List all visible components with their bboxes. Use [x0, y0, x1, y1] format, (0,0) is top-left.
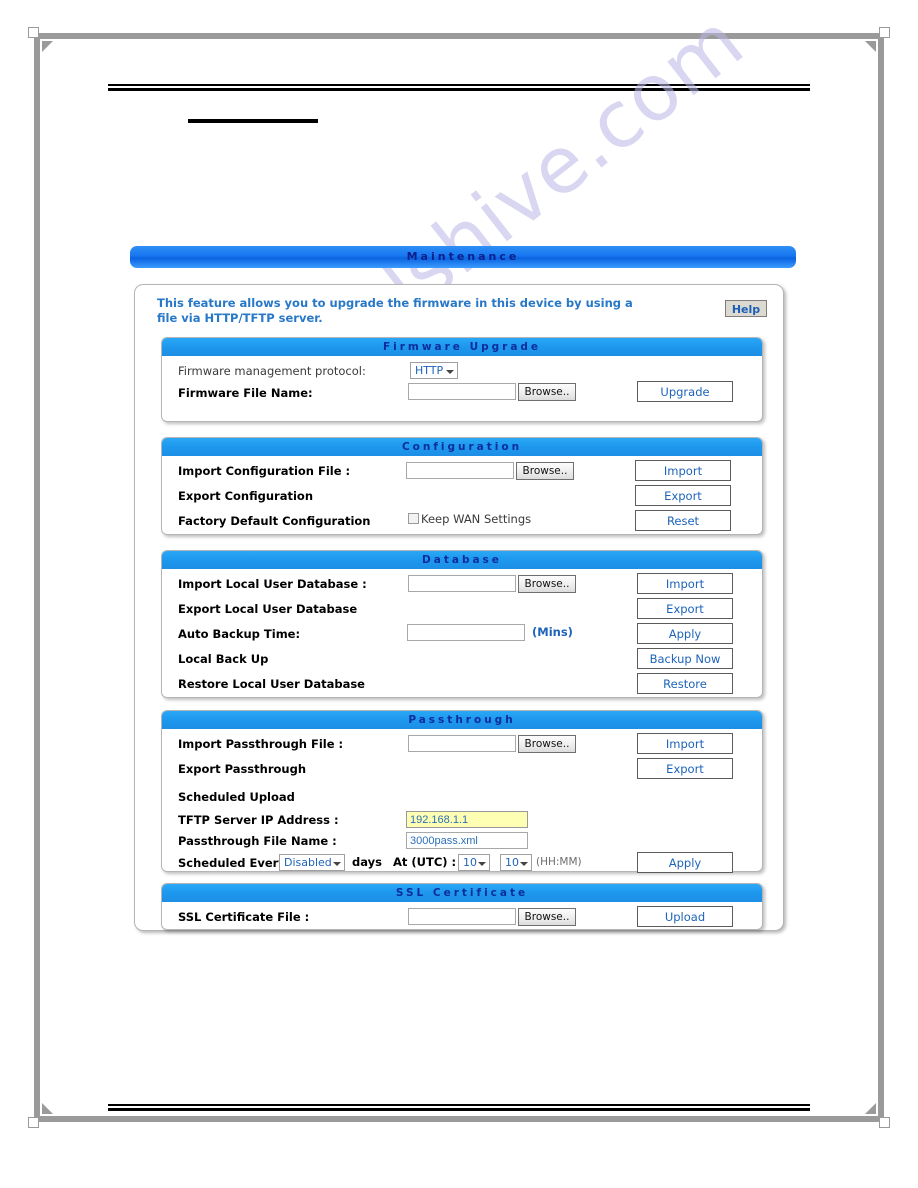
db-import-input[interactable] [408, 575, 516, 592]
days-label: days [352, 855, 382, 869]
firmware-protocol-value: HTTP [415, 364, 444, 377]
section-header-ssl-certificate: SSL Certificate [162, 884, 762, 902]
section-header-passthrough: Passthrough [162, 711, 762, 729]
passthrough-import-button[interactable]: Import [637, 733, 733, 754]
maintenance-panel: This feature allows you to upgrade the f… [134, 284, 784, 931]
label-passthrough-file-name: Passthrough File Name : [178, 834, 337, 848]
hhmm-hint-label: (HH:MM) [536, 856, 582, 868]
label-firmware-protocol: Firmware management protocol: [178, 364, 366, 378]
scheduled-minute-select[interactable]: 10 [500, 854, 532, 871]
page-title: Maintenance [130, 246, 796, 268]
section-configuration: Configuration Import Configuration File … [161, 437, 763, 535]
label-factory-default: Factory Default Configuration [178, 514, 371, 528]
corner-mark-top-left [28, 27, 39, 38]
corner-mark-bottom-left [28, 1117, 39, 1128]
passthrough-import-input[interactable] [408, 735, 516, 752]
chevron-down-icon [446, 370, 454, 374]
keep-wan-settings-label: Keep WAN Settings [421, 512, 532, 526]
firmware-upgrade-button[interactable]: Upgrade [637, 381, 733, 402]
auto-backup-units-label: (Mins) [532, 625, 573, 639]
ssl-upload-button[interactable]: Upload [637, 906, 733, 927]
corner-mark-top-right [879, 27, 890, 38]
footer-rule [108, 1104, 810, 1111]
frame-edge-right [878, 33, 884, 1122]
firmware-protocol-select[interactable]: HTTP [410, 362, 458, 379]
section-database: Database Import Local User Database : Br… [161, 550, 763, 698]
label-export-passthrough: Export Passthrough [178, 762, 307, 776]
chevron-down-icon [333, 862, 341, 866]
redacted-heading-bar [188, 119, 318, 123]
section-ssl-certificate: SSL Certificate SSL Certificate File : B… [161, 883, 763, 930]
help-button[interactable]: Help [725, 300, 767, 317]
passthrough-file-name-input[interactable] [406, 832, 528, 849]
corner-triangle-bottom-left [42, 1103, 53, 1114]
passthrough-apply-button[interactable]: Apply [637, 852, 733, 873]
label-firmware-file-name: Firmware File Name: [178, 386, 313, 400]
label-export-configuration: Export Configuration [178, 489, 314, 503]
db-backup-now-button[interactable]: Backup Now [637, 648, 733, 669]
firmware-browse-button[interactable]: Browse.. [518, 383, 576, 401]
section-header-firmware-upgrade: Firmware Upgrade [162, 338, 762, 356]
corner-triangle-top-left [42, 41, 53, 52]
keep-wan-settings-checkbox[interactable] [408, 513, 419, 524]
config-import-button[interactable]: Import [635, 460, 731, 481]
label-ssl-certificate-file: SSL Certificate File : [178, 910, 310, 924]
corner-triangle-top-right [865, 41, 876, 52]
firmware-file-input[interactable] [408, 383, 516, 400]
db-restore-button[interactable]: Restore [637, 673, 733, 694]
header-rule [108, 84, 810, 91]
db-apply-button[interactable]: Apply [637, 623, 733, 644]
passthrough-export-button[interactable]: Export [637, 758, 733, 779]
db-browse-button[interactable]: Browse.. [518, 575, 576, 593]
config-export-button[interactable]: Export [635, 485, 731, 506]
label-export-local-user-db: Export Local User Database [178, 602, 358, 616]
label-tftp-server-ip: TFTP Server IP Address : [178, 813, 339, 827]
auto-backup-time-input[interactable] [407, 624, 525, 641]
label-scheduled-every: Scheduled Every: [178, 856, 291, 870]
scheduled-every-value: Disabled [284, 856, 332, 869]
scheduled-hour-select[interactable]: 10 [458, 854, 490, 871]
intro-description: This feature allows you to upgrade the f… [157, 296, 633, 325]
corner-mark-bottom-right [879, 1117, 890, 1128]
passthrough-browse-button[interactable]: Browse.. [518, 735, 576, 753]
config-browse-button[interactable]: Browse.. [516, 462, 574, 480]
frame-edge-top [34, 33, 884, 39]
at-utc-label: At (UTC) : [393, 855, 457, 869]
section-passthrough: Passthrough Import Passthrough File : Br… [161, 710, 763, 873]
chevron-down-icon [520, 862, 528, 866]
scheduled-every-select[interactable]: Disabled [279, 854, 345, 871]
label-import-passthrough: Import Passthrough File : [178, 737, 344, 751]
frame-edge-bottom [34, 1116, 884, 1122]
section-header-configuration: Configuration [162, 438, 762, 456]
label-import-configuration: Import Configuration File : [178, 464, 351, 478]
router-ui-screenshot: Maintenance This feature allows you to u… [130, 246, 796, 936]
subheading-scheduled-upload: Scheduled Upload [178, 790, 295, 804]
db-export-button[interactable]: Export [637, 598, 733, 619]
section-header-database: Database [162, 551, 762, 569]
db-import-button[interactable]: Import [637, 573, 733, 594]
config-import-input[interactable] [406, 462, 514, 479]
frame-edge-left [34, 33, 40, 1122]
factory-reset-button[interactable]: Reset [635, 510, 731, 531]
corner-triangle-bottom-right [865, 1103, 876, 1114]
ssl-browse-button[interactable]: Browse.. [518, 908, 576, 926]
label-import-local-user-db: Import Local User Database : [178, 577, 367, 591]
section-firmware-upgrade: Firmware Upgrade Firmware management pro… [161, 337, 763, 422]
ssl-certificate-input[interactable] [408, 908, 516, 925]
scheduled-hour-value: 10 [463, 856, 477, 869]
label-auto-backup-time: Auto Backup Time: [178, 627, 301, 641]
tftp-server-ip-input[interactable] [406, 811, 528, 828]
scheduled-minute-value: 10 [505, 856, 519, 869]
label-restore-local-user-db: Restore Local User Database [178, 677, 365, 691]
label-local-back-up: Local Back Up [178, 652, 269, 666]
chevron-down-icon [478, 862, 486, 866]
